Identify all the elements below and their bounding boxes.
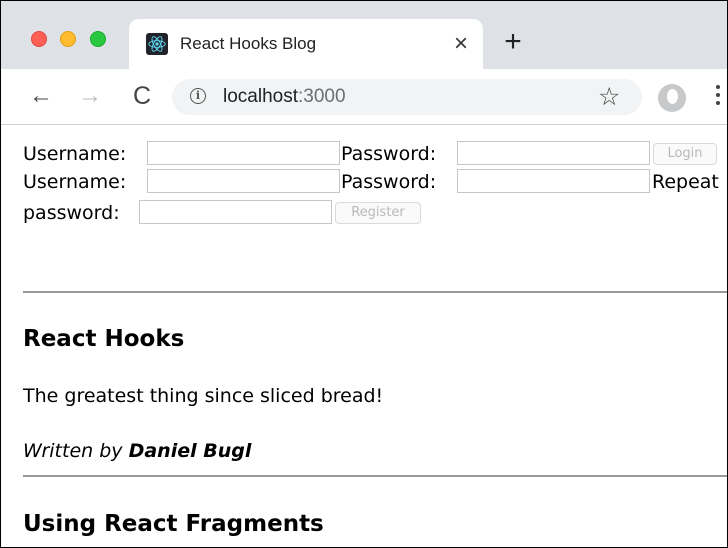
register-password-input[interactable]	[457, 169, 650, 193]
login-username-input[interactable]	[147, 141, 340, 165]
written-by-label: Written by	[23, 440, 123, 462]
address-bar[interactable]: i localhost:3000 ☆	[172, 79, 642, 115]
register-username-input[interactable]	[147, 169, 340, 193]
post-author-line: Written by Daniel Bugl	[23, 439, 251, 463]
browser-window: React Hooks Blog × + ← → C i localhost:3…	[0, 0, 728, 548]
post-author: Daniel Bugl	[128, 440, 252, 462]
tab-strip: React Hooks Blog × +	[1, 1, 727, 69]
url-text: localhost:3000	[223, 86, 346, 108]
close-window-button[interactable]	[31, 31, 47, 47]
minimize-window-button[interactable]	[60, 31, 76, 47]
divider	[23, 475, 727, 477]
divider	[23, 291, 727, 293]
login-username-label: Username:	[23, 143, 127, 165]
tab-title: React Hooks Blog	[180, 34, 317, 53]
bookmark-star-icon[interactable]: ☆	[598, 83, 620, 111]
back-arrow-icon[interactable]: ←	[28, 82, 54, 110]
login-password-label: Password:	[341, 143, 437, 165]
info-icon[interactable]: i	[190, 88, 206, 104]
url-port: :3000	[298, 86, 346, 107]
post-title: React Hooks	[23, 326, 185, 352]
register-username-label: Username:	[23, 171, 127, 193]
post-title: Using React Fragments	[23, 511, 324, 537]
forward-arrow-icon[interactable]: →	[77, 82, 103, 110]
register-repeat-password-input[interactable]	[139, 200, 332, 224]
new-tab-icon[interactable]: +	[501, 27, 525, 57]
reload-icon[interactable]: C	[129, 82, 155, 110]
url-host: localhost	[223, 86, 298, 107]
page-content: Username: Password: Login Username: Pass…	[1, 125, 727, 547]
register-password-label: Password:	[341, 171, 437, 193]
profile-avatar-icon[interactable]	[658, 84, 686, 112]
login-password-input[interactable]	[457, 141, 650, 165]
browser-toolbar: ← → C i localhost:3000 ☆	[1, 69, 727, 125]
react-logo-icon	[146, 33, 168, 55]
register-repeat-label-continued: password:	[23, 202, 120, 224]
maximize-window-button[interactable]	[90, 31, 106, 47]
login-button[interactable]: Login	[653, 143, 717, 165]
tab-react-hooks-blog[interactable]: React Hooks Blog ×	[129, 19, 483, 69]
post-content: The greatest thing since sliced bread!	[23, 385, 384, 407]
register-repeat-label: Repeat	[652, 171, 719, 193]
kebab-menu-icon[interactable]	[715, 85, 721, 109]
tab-close-icon[interactable]: ×	[449, 30, 473, 58]
register-button[interactable]: Register	[335, 202, 421, 224]
